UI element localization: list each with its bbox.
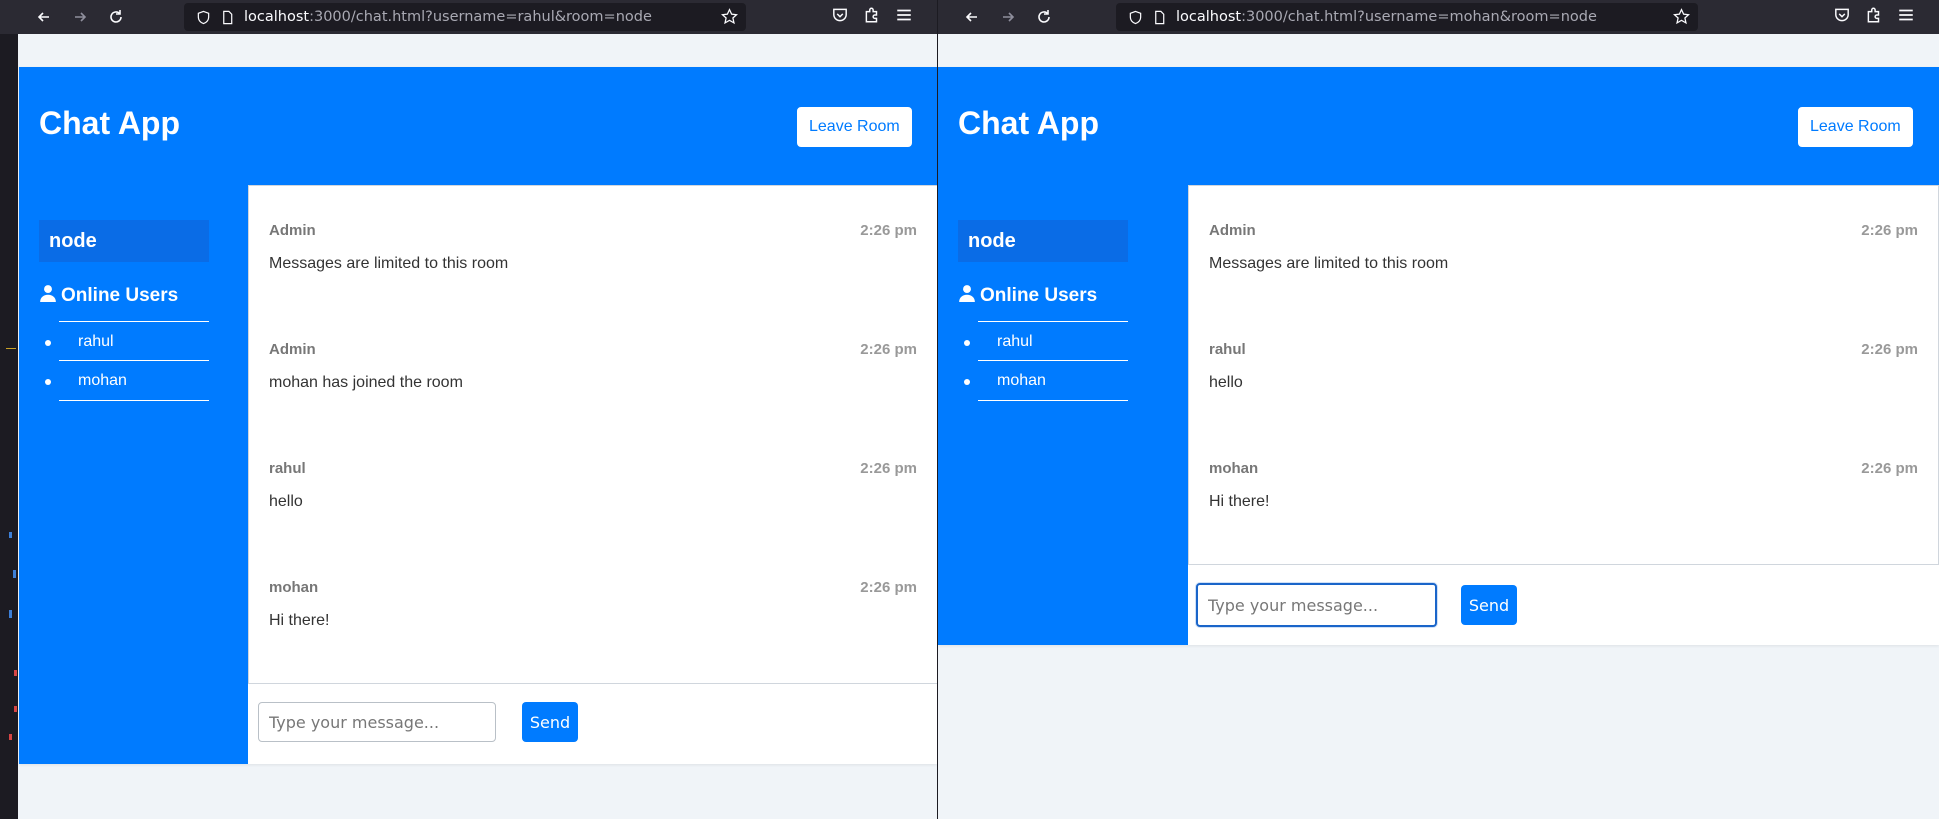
leave-room-button[interactable]: Leave Room [1798, 107, 1913, 147]
editor-strip [0, 34, 18, 819]
user-item: rahul [45, 321, 209, 360]
forward-arrow-icon[interactable] [69, 6, 91, 28]
strip-mark [6, 348, 16, 349]
url-text: localhost:3000/chat.html?username=rahul&… [244, 9, 652, 25]
user-item: mohan [964, 360, 1128, 401]
app-title: Chat App [958, 105, 1100, 141]
message-author: Admin [1209, 222, 1256, 239]
message-text: mohan has joined the room [269, 374, 463, 391]
app-header: Chat App Leave Room [19, 67, 937, 185]
shield-icon[interactable] [192, 10, 214, 25]
sidebar: node Online Users rahul mohan [938, 185, 1188, 645]
star-icon[interactable] [721, 8, 738, 29]
strip-mark [13, 570, 16, 578]
message-text: Hi there! [1209, 493, 1270, 510]
user-icon [958, 284, 976, 308]
send-button[interactable]: Send [522, 702, 578, 742]
star-icon[interactable] [1673, 8, 1690, 29]
message-text: Messages are limited to this room [269, 255, 509, 272]
shield-icon[interactable] [1124, 10, 1146, 25]
message-list: Admin 2:26 pm Messages are limited to th… [1188, 185, 1939, 565]
url-host: localhost [1176, 9, 1242, 25]
message-time: 2:26 pm [1861, 460, 1918, 477]
url-host: localhost [244, 9, 310, 25]
online-users-label: Online Users [61, 285, 179, 306]
strip-mark [9, 734, 12, 740]
message-time: 2:26 pm [860, 222, 917, 239]
pocket-icon[interactable] [831, 6, 849, 29]
online-users-heading: Online Users [958, 284, 1097, 308]
extensions-icon[interactable] [863, 6, 881, 29]
message-time: 2:26 pm [1861, 222, 1918, 239]
leave-room-button[interactable]: Leave Room [797, 107, 912, 147]
send-button[interactable]: Send [1461, 585, 1517, 625]
reload-icon[interactable] [1033, 6, 1055, 28]
room-name: node [39, 220, 209, 262]
user-list: rahul mohan [964, 321, 1128, 401]
url-path: :3000/chat.html?username=rahul&room=node [309, 9, 652, 25]
message-text: Messages are limited to this room [1209, 255, 1449, 272]
reload-icon[interactable] [105, 6, 127, 28]
message-time: 2:26 pm [860, 341, 917, 358]
user-item: mohan [45, 360, 209, 401]
back-arrow-icon[interactable] [961, 6, 983, 28]
page-viewport: Chat App Leave Room node Online Users ra… [938, 34, 1939, 819]
message-list: Admin 2:26 pm Messages are limited to th… [248, 185, 937, 684]
message-text: hello [269, 493, 303, 510]
message-author: Admin [269, 222, 316, 239]
compose-bar: Send [248, 684, 937, 764]
page-viewport: Chat App Leave Room node Online Users ra… [18, 34, 937, 819]
browser-toolbar: localhost:3000/chat.html?username=rahul&… [0, 0, 937, 34]
user-icon [39, 284, 57, 308]
message-time: 2:26 pm [860, 579, 917, 596]
sidebar: node Online Users rahul mohan [19, 185, 248, 764]
message-input[interactable] [1196, 583, 1437, 627]
menu-icon[interactable] [1897, 6, 1915, 29]
pocket-icon[interactable] [1833, 6, 1851, 29]
url-text: localhost:3000/chat.html?username=mohan&… [1176, 9, 1597, 25]
compose-bar: Send [1188, 565, 1939, 645]
message-author: rahul [269, 460, 306, 477]
message-input[interactable] [258, 702, 496, 742]
online-users-label: Online Users [980, 285, 1098, 306]
user-list: rahul mohan [45, 321, 209, 401]
strip-mark [14, 706, 17, 712]
browser-window-mohan: localhost:3000/chat.html?username=mohan&… [938, 0, 1939, 819]
page-icon [216, 10, 238, 25]
room-name: node [958, 220, 1128, 262]
toolbar-icons [1833, 6, 1915, 29]
back-arrow-icon[interactable] [33, 6, 55, 28]
online-users-heading: Online Users [39, 284, 178, 308]
user-item: rahul [964, 321, 1128, 360]
browser-toolbar: localhost:3000/chat.html?username=mohan&… [938, 0, 1939, 34]
app-title: Chat App [39, 105, 181, 141]
toolbar-icons [831, 6, 913, 29]
strip-mark [9, 610, 12, 618]
message-author: rahul [1209, 341, 1246, 358]
message-time: 2:26 pm [860, 460, 917, 477]
message-time: 2:26 pm [1861, 341, 1918, 358]
browser-window-rahul: localhost:3000/chat.html?username=rahul&… [0, 0, 937, 819]
message-text: hello [1209, 374, 1243, 391]
chat-app: Chat App Leave Room node Online Users ra… [19, 67, 937, 764]
url-bar[interactable]: localhost:3000/chat.html?username=rahul&… [184, 3, 746, 31]
message-author: Admin [269, 341, 316, 358]
message-author: mohan [269, 579, 319, 596]
strip-mark [14, 670, 17, 676]
message-author: mohan [1209, 460, 1259, 477]
strip-mark [9, 532, 12, 538]
url-path: :3000/chat.html?username=mohan&room=node [1241, 9, 1597, 25]
page-icon [1148, 10, 1170, 25]
extensions-icon[interactable] [1865, 6, 1883, 29]
page-spacer [18, 34, 937, 35]
url-bar[interactable]: localhost:3000/chat.html?username=mohan&… [1116, 3, 1698, 31]
forward-arrow-icon[interactable] [997, 6, 1019, 28]
app-header: Chat App Leave Room [938, 67, 1939, 185]
chat-app: Chat App Leave Room node Online Users ra… [938, 67, 1939, 645]
message-text: Hi there! [269, 612, 330, 629]
menu-icon[interactable] [895, 6, 913, 29]
